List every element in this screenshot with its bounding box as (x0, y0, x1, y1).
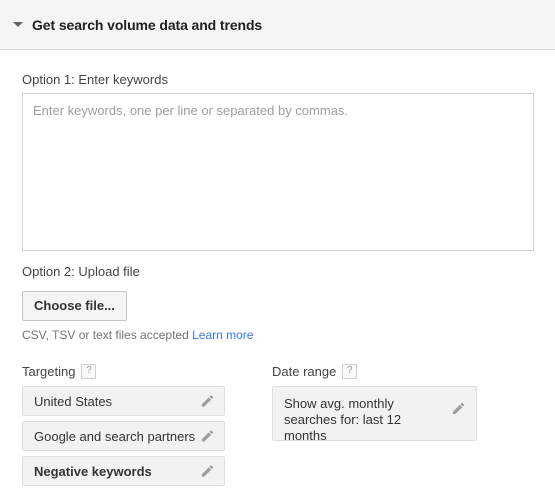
targeting-item-label: United States (34, 393, 113, 409)
learn-more-link[interactable]: Learn more (192, 328, 253, 342)
question-mark-icon[interactable]: ? (342, 364, 358, 379)
date-range-header: Date range ? (272, 364, 502, 379)
file-format-hint-text: CSV, TSV or text files accepted (22, 328, 189, 342)
question-mark-icon[interactable]: ? (81, 364, 97, 379)
date-range-column: Date range ? Show avg. monthly searches … (272, 364, 502, 491)
date-range-value: Show avg. monthly searches for: last 12 … (284, 396, 402, 443)
settings-columns: Targeting ? United States Google and sea… (0, 342, 555, 491)
pencil-icon[interactable] (451, 401, 466, 416)
targeting-item-label: Negative keywords (34, 463, 152, 479)
pencil-icon[interactable] (200, 429, 215, 444)
targeting-item-network[interactable]: Google and search partners (22, 421, 225, 451)
option1-label: Option 1: Enter keywords (22, 72, 168, 87)
pencil-icon[interactable] (200, 394, 215, 409)
choose-file-button[interactable]: Choose file... (22, 291, 127, 321)
keywords-input[interactable] (22, 93, 534, 251)
targeting-item-negative-keywords[interactable]: Negative keywords (22, 456, 225, 486)
option2-section: Option 2: Upload file Choose file... CSV… (0, 251, 555, 342)
date-range-value-box[interactable]: Show avg. monthly searches for: last 12 … (272, 386, 477, 443)
page-title: Get search volume data and trends (32, 16, 263, 33)
panel-body: Option 1: Enter keywords Option 2: Uploa… (0, 50, 555, 491)
targeting-item-label: Google and search partners (34, 428, 196, 444)
targeting-label: Targeting (22, 364, 76, 379)
date-range-label: Date range (272, 364, 337, 379)
targeting-item-location[interactable]: United States (22, 386, 225, 416)
targeting-column: Targeting ? United States Google and sea… (22, 364, 272, 491)
file-format-hint: CSV, TSV or text files accepted Learn mo… (22, 328, 555, 342)
option2-label: Option 2: Upload file (22, 264, 140, 279)
option1-section: Option 1: Enter keywords (0, 50, 555, 251)
caret-down-icon[interactable] (10, 17, 26, 33)
pencil-icon[interactable] (200, 464, 215, 479)
targeting-header: Targeting ? (22, 364, 272, 379)
panel-header[interactable]: Get search volume data and trends (0, 0, 555, 50)
